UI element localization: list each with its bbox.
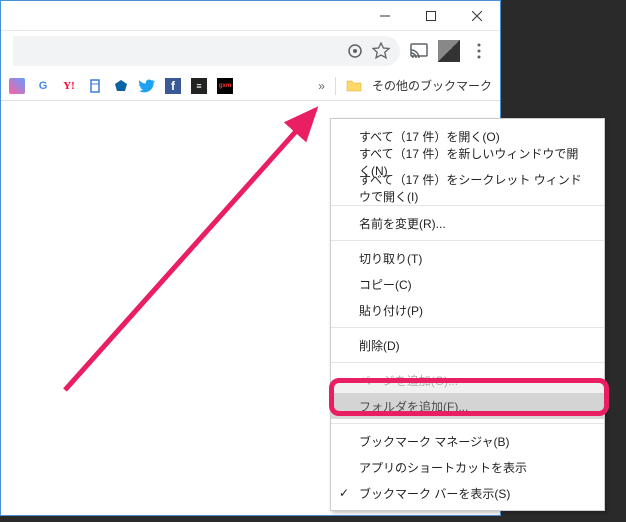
bookmark-items: G Y! f ≡ gxm (9, 78, 233, 94)
bookmark-item[interactable]: gxm (217, 78, 233, 94)
folder-icon (346, 78, 362, 94)
menu-separator (331, 327, 604, 328)
close-button[interactable] (454, 1, 500, 31)
bookmark-item[interactable] (139, 78, 155, 94)
menu-bookmark-manager[interactable]: ブックマーク マネージャ(B) (331, 428, 604, 454)
menu-rename[interactable]: 名前を変更(R)... (331, 210, 604, 236)
menu-separator (331, 240, 604, 241)
bookmark-item[interactable] (113, 78, 129, 94)
minimize-button[interactable] (362, 1, 408, 31)
menu-show-app-shortcuts[interactable]: アプリのショートカットを表示 (331, 454, 604, 480)
star-icon[interactable] (372, 42, 390, 60)
bookmark-item[interactable] (87, 78, 103, 94)
context-menu: すべて（17 件）を開く(O) すべて（17 件）を新しいウィンドウで開く(N)… (330, 118, 605, 511)
menu-icon[interactable] (470, 42, 488, 60)
target-icon[interactable] (346, 42, 364, 60)
menu-add-folder[interactable]: フォルダを追加(F)... (331, 393, 604, 419)
menu-cut[interactable]: 切り取り(T) (331, 245, 604, 271)
omnibox[interactable] (13, 36, 400, 66)
menu-open-all-incognito[interactable]: すべて（17 件）をシークレット ウィンドウで開く(I) (331, 175, 604, 201)
window-titlebar (1, 1, 500, 31)
separator (335, 77, 336, 95)
overflow-chevron-icon[interactable]: » (318, 79, 325, 93)
menu-separator (331, 423, 604, 424)
menu-show-bookmarks-bar[interactable]: ✓ ブックマーク バーを表示(S) (331, 480, 604, 506)
other-bookmarks-button[interactable]: その他のブックマーク (372, 77, 492, 94)
bookmark-item[interactable]: f (165, 78, 181, 94)
menu-paste[interactable]: 貼り付け(P) (331, 297, 604, 323)
menu-copy[interactable]: コピー(C) (331, 271, 604, 297)
bookmark-item[interactable]: G (35, 78, 51, 94)
bookmark-item[interactable]: Y! (61, 78, 77, 94)
check-icon: ✓ (339, 486, 349, 500)
profile-avatar[interactable] (438, 40, 460, 62)
menu-separator (331, 362, 604, 363)
bookmarks-bar: G Y! f ≡ gxm » その他のブックマーク (1, 71, 500, 101)
cast-icon[interactable] (410, 42, 428, 60)
bookmark-item[interactable]: ≡ (191, 78, 207, 94)
menu-separator (331, 205, 604, 206)
menu-delete[interactable]: 削除(D) (331, 332, 604, 358)
menu-label: ブックマーク バーを表示(S) (359, 485, 510, 502)
menu-add-page: ページを追加(G)... (331, 367, 604, 393)
browser-toolbar (1, 31, 500, 71)
maximize-button[interactable] (408, 1, 454, 31)
bookmark-item[interactable] (9, 78, 25, 94)
